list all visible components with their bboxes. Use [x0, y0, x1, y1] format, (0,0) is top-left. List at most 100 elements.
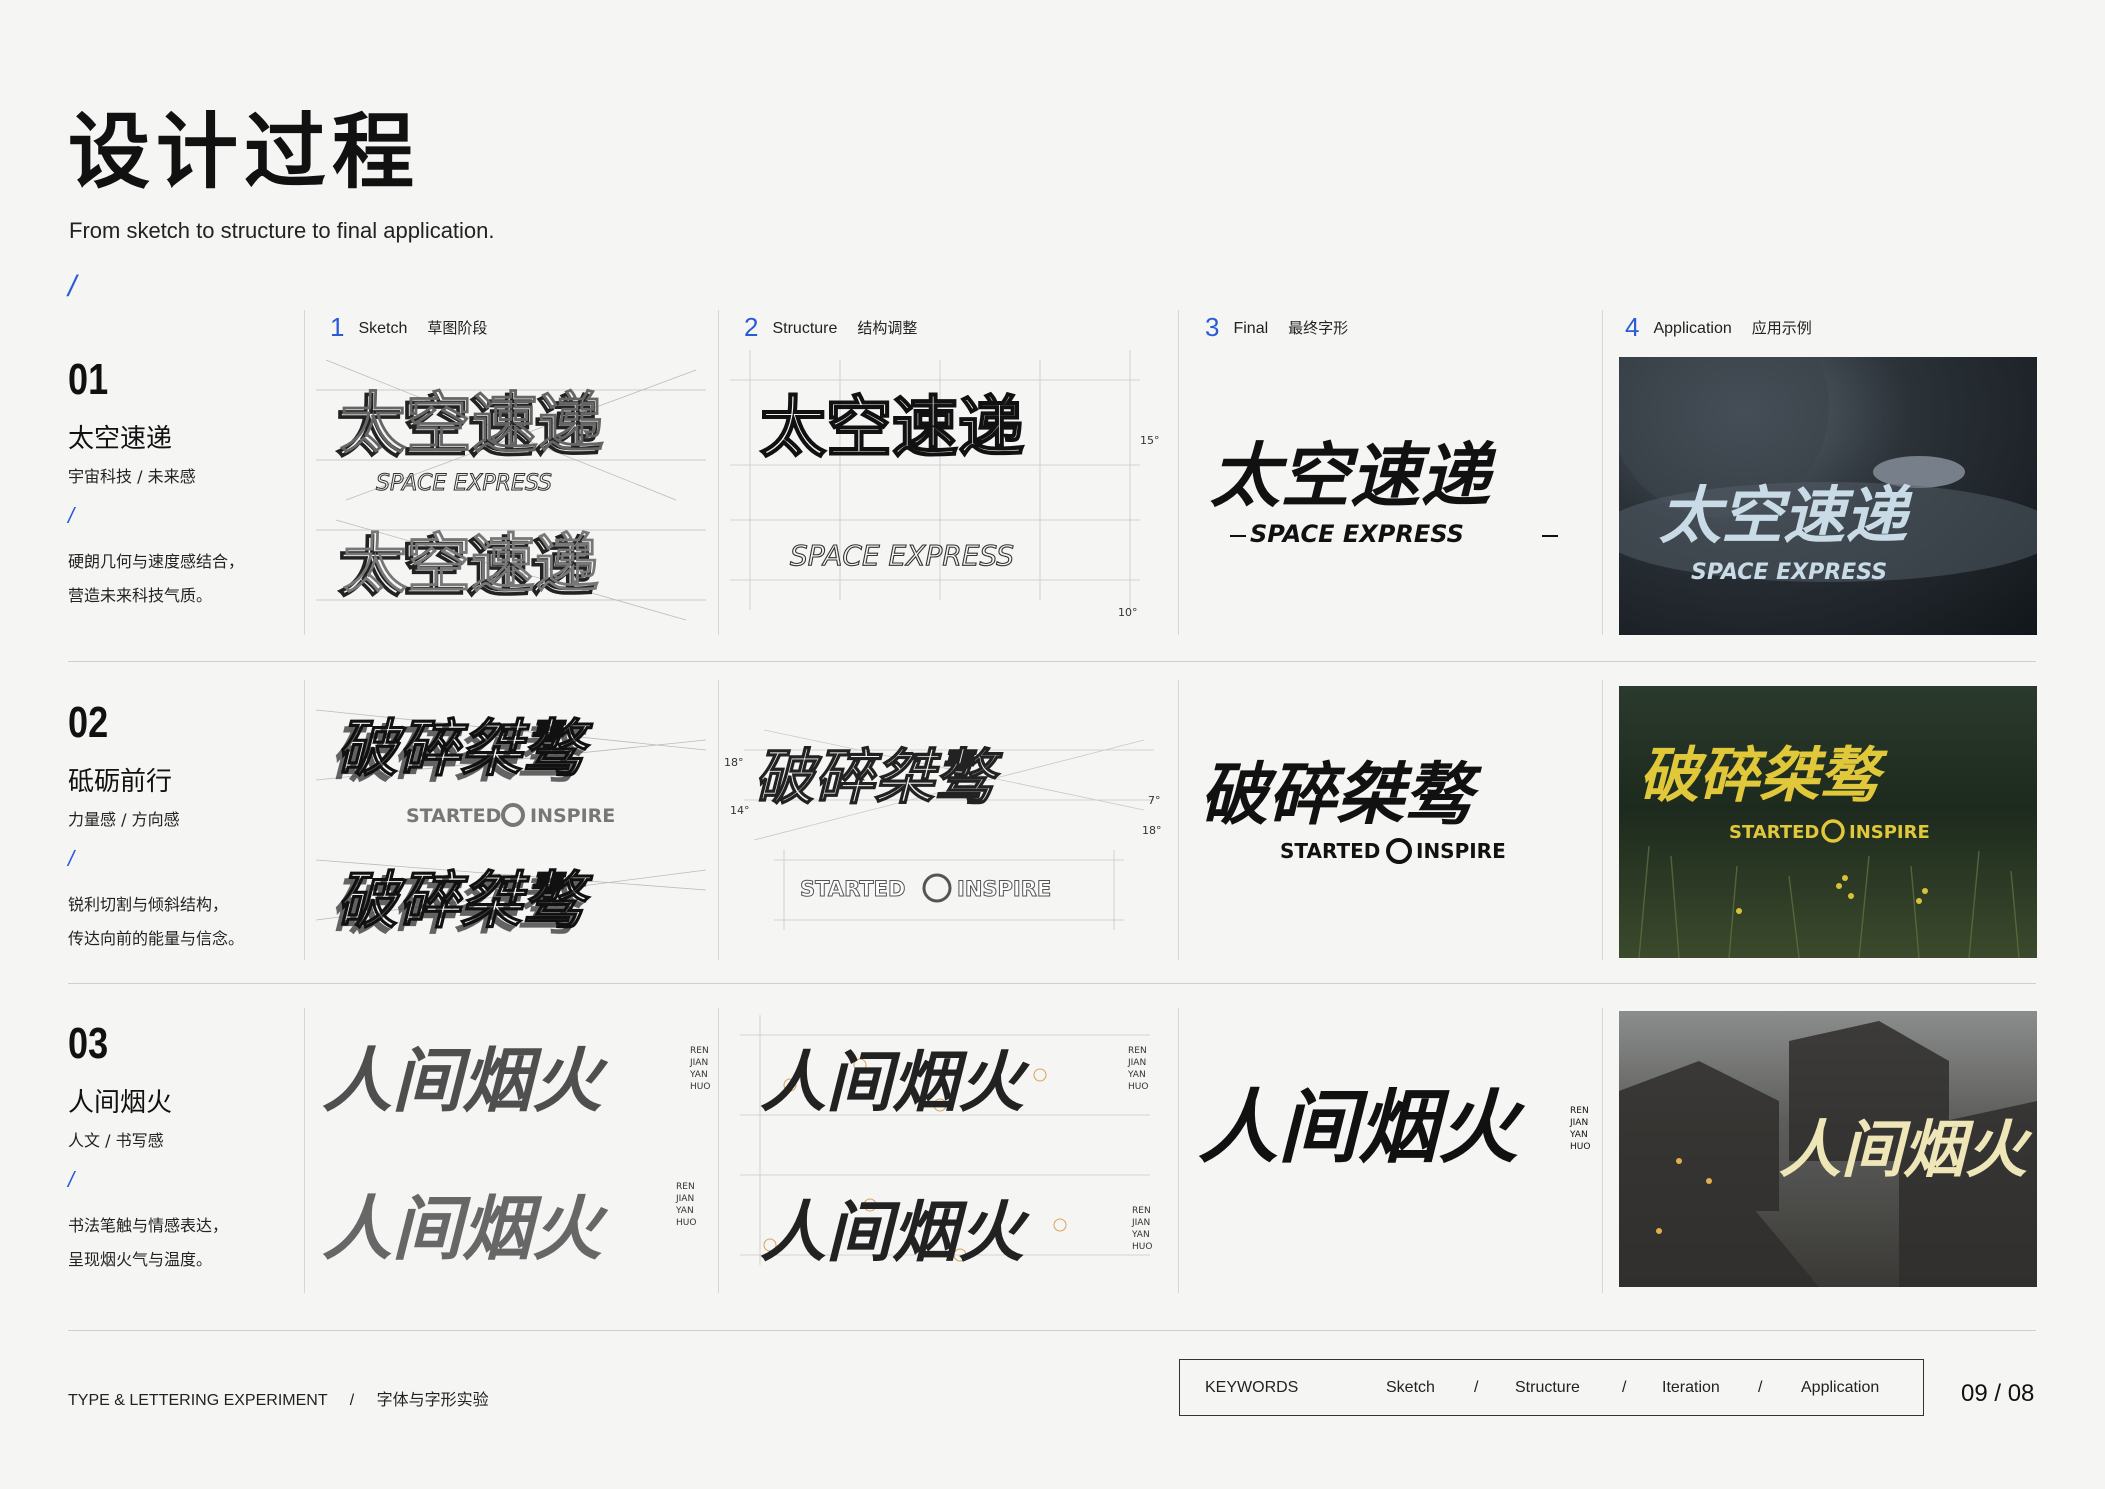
column-label-cn: 结构调整 — [857, 319, 918, 337]
application-logo-text: 太空速递 — [1659, 479, 1913, 552]
sketch-logo-text-2-offset: 破碎桀骜 — [336, 864, 594, 937]
column-divider — [718, 310, 719, 635]
footer-caption: TYPE & LETTERING EXPERIMENT / 字体与字形实验 — [68, 1386, 489, 1410]
keyword-separator: / — [1474, 1379, 1479, 1396]
pinyin-label: JIAN — [1569, 1118, 1588, 1128]
column-divider — [1178, 310, 1179, 635]
pinyin-label: JIAN — [675, 1194, 694, 1204]
structure-human-fireworks: 人间烟火 REN JIAN YAN HUO 人间烟火 REN JIAN YAN … — [740, 1005, 1160, 1295]
keyword-sketch: Sketch — [1386, 1379, 1435, 1396]
pinyin-label: YAN — [1569, 1130, 1588, 1140]
row-name: 砥砺前行 — [68, 767, 173, 797]
row-description-line: 书法笔触与情感表达， — [68, 1216, 229, 1235]
accent-slash: / — [68, 270, 77, 303]
row-description-line: 呈现烟火气与温度。 — [68, 1250, 213, 1269]
application-field-photo: 破碎桀骜 STARTED INSPIRE — [1619, 686, 2037, 958]
column-label-en: Sketch — [358, 320, 408, 337]
row-tags: 人文 / 书写感 — [68, 1131, 164, 1150]
sketch-logo-text-offset: 太空速递 — [340, 385, 604, 462]
row-description-line: 锐利切割与倾斜结构， — [68, 895, 229, 914]
pinyin-label: YAN — [675, 1206, 694, 1216]
application-space-photo: 太空速递 SPACE EXPRESS — [1619, 357, 2037, 635]
application-logo-text: 破碎桀骜 — [1639, 741, 1888, 811]
row-description-line: 硬朗几何与速度感结合， — [68, 552, 245, 571]
pinyin-label: YAN — [1127, 1070, 1146, 1080]
pinyin-label: REN — [1570, 1106, 1589, 1116]
pinyin-label: YAN — [689, 1070, 708, 1080]
sketch-sublogo-text: SPACE EXPRESS — [376, 471, 552, 496]
footer-caption-en: TYPE & LETTERING EXPERIMENT — [68, 1392, 328, 1409]
column-label-en: Application — [1653, 320, 1732, 337]
column-divider — [718, 680, 719, 960]
pinyin-label: REN — [1128, 1046, 1147, 1056]
pinyin-label: HUO — [1132, 1242, 1152, 1252]
column-divider — [1602, 310, 1603, 635]
application-oldtown-photo: 人间烟火 — [1619, 1011, 2037, 1287]
row-divider — [68, 983, 2036, 984]
angle-label: 14° — [730, 804, 750, 817]
row-name: 人间烟火 — [68, 1088, 173, 1118]
angle-label: 18° — [724, 756, 744, 769]
ring-icon — [1386, 838, 1412, 864]
column-label-en: Final — [1233, 320, 1269, 337]
structure-sublogo-text: SPACE EXPRESS — [790, 539, 1014, 572]
column-divider — [718, 1008, 719, 1293]
final-logo-text: 太空速递 — [1210, 435, 1497, 517]
column-divider — [1178, 680, 1179, 960]
final-human-fireworks: 人间烟火 REN JIAN YAN HUO — [1190, 1005, 1600, 1295]
row-name: 太空速递 — [68, 424, 173, 454]
footer-caption-cn: 字体与字形实验 — [376, 1390, 489, 1409]
ring-icon — [922, 873, 952, 903]
column-number: 1 — [330, 312, 345, 342]
pinyin-label: JIAN — [689, 1058, 708, 1068]
pinyin-label: REN — [1132, 1206, 1151, 1216]
page-title: 设计过程 — [68, 105, 421, 200]
column-divider — [304, 310, 305, 635]
row-number: 01 — [68, 355, 109, 404]
row-description-line: 传达向前的能量与信念。 — [68, 929, 245, 948]
angle-label: 10° — [1118, 606, 1138, 619]
pinyin-label: REN — [676, 1182, 695, 1192]
sketch-logo-text: 人间烟火 — [322, 1040, 609, 1122]
column-label-cn: 草图阶段 — [427, 319, 488, 337]
column-divider — [1178, 1008, 1179, 1293]
keywords-box: KEYWORDS Sketch / Structure / Iteration … — [1179, 1359, 1924, 1416]
keyword-separator: / — [1758, 1379, 1763, 1396]
row-slash: / — [68, 846, 75, 871]
row-description-line: 营造未来科技气质。 — [68, 586, 213, 605]
angle-label: 15° — [1140, 434, 1160, 447]
ring-icon — [501, 803, 525, 827]
column-divider — [1602, 1008, 1603, 1293]
keyword-iteration: Iteration — [1662, 1379, 1720, 1396]
ring-icon — [1821, 819, 1845, 843]
row-slash: / — [68, 1167, 75, 1192]
sketch-space-express: 太空速递 太空速递 SPACE EXPRESS 太空速递 太空速递 — [316, 350, 706, 635]
final-sublogo-left: STARTED — [1280, 839, 1380, 863]
pinyin-label: REN — [690, 1046, 709, 1056]
pinyin-label: HUO — [690, 1082, 710, 1092]
sketch-sublogo-left: STARTED — [406, 805, 501, 827]
pinyin-label: HUO — [676, 1218, 696, 1228]
application-sublogo-right: INSPIRE — [1849, 822, 1930, 843]
row-tags: 力量感 / 方向感 — [68, 810, 180, 829]
final-shatter: 破碎桀骜 STARTED INSPIRE — [1190, 690, 1590, 960]
column-number: 4 — [1625, 312, 1640, 342]
keywords-label: KEYWORDS — [1205, 1379, 1299, 1396]
row-description: 硬朗几何与速度感结合， 营造未来科技气质。 — [68, 545, 244, 613]
row-number: 03 — [68, 1019, 109, 1068]
structure-logo-text: 破碎桀骜 — [754, 743, 1003, 813]
column-header-sketch: 1 Sketch 草图阶段 — [330, 312, 487, 343]
angle-label: 18° — [1142, 824, 1162, 837]
pinyin-label: HUO — [1128, 1082, 1148, 1092]
final-space-express: 太空速递 SPACE EXPRESS — [1190, 350, 1590, 635]
column-label-cn: 应用示例 — [1751, 319, 1812, 337]
structure-sublogo-right: INSPIRE — [957, 877, 1051, 901]
final-logo-text: 破碎桀骜 — [1200, 756, 1483, 835]
sketch-shatter: 破碎桀骜 破碎桀骜 STARTED INSPIRE 破碎桀骜 破碎桀骜 — [316, 690, 706, 960]
final-sublogo-right: INSPIRE — [1416, 839, 1506, 863]
page-number: 09 / 08 — [1961, 1380, 2035, 1407]
column-number: 2 — [744, 312, 759, 342]
final-logo-text: 人间烟火 — [1198, 1081, 1526, 1174]
structure-logo-text: 人间烟火 — [760, 1044, 1030, 1121]
angle-label: 7° — [1148, 794, 1161, 807]
